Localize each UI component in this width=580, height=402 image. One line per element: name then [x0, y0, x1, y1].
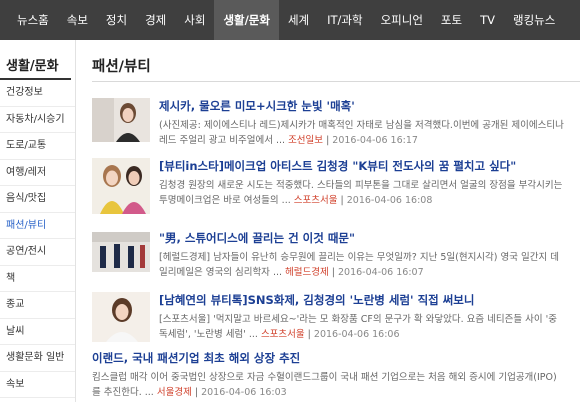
article-snippet: [헤럴드경제] 남자들이 유난히 승무원에 끌리는 이유는 무엇일까? 지난 5… [159, 250, 564, 280]
article-headline[interactable]: "男, 스튜어디스에 끌리는 건 이것 때문" [159, 230, 580, 246]
sidebar-item-weather[interactable]: 날씨 [0, 319, 75, 345]
sidebar-item-cars[interactable]: 자동차/시승기 [0, 107, 75, 133]
sidebar-item-fashion-beauty[interactable]: 패션/뷰티 [0, 213, 75, 239]
article-source[interactable]: 서울경제 [157, 387, 192, 398]
nav-item-tv[interactable]: TV [471, 0, 504, 40]
sidebar-heading: 생활/문화 [0, 40, 71, 80]
article-date: 2016-04-06 16:03 [201, 387, 287, 398]
nav-item-world[interactable]: 세계 [279, 0, 318, 40]
nav-item-home[interactable]: 뉴스홈 [8, 0, 58, 40]
nav-item-photo[interactable]: 포토 [432, 0, 471, 40]
sidebar-item-general[interactable]: 생활문화 일반 [0, 345, 75, 372]
sidebar-item-books[interactable]: 책 [0, 266, 75, 292]
article-source[interactable]: 스포츠서울 [294, 195, 338, 206]
article-headline[interactable]: 제시카, 물오른 미모+시크한 눈빛 '매혹' [159, 98, 580, 114]
nav-item-politics[interactable]: 정치 [97, 0, 136, 40]
article-headline[interactable]: [뷰티in스타]메이크업 아티스트 김청경 "K뷰티 전도사의 꿈 펼치고 싶다… [159, 158, 580, 174]
sidebar-item-food[interactable]: 음식/맛집 [0, 186, 75, 213]
article-source[interactable]: 헤럴드경제 [285, 267, 329, 278]
nav-item-it-science[interactable]: IT/과학 [318, 0, 371, 40]
article-snippet: 김청경 원장의 새로운 시도는 적중했다. 스타들의 피부톤을 그대로 살리면서… [159, 178, 564, 208]
article-thumbnail[interactable] [92, 98, 150, 142]
article-snippet: (사진제공: 제이에스티나 레드)제시카가 매혹적인 자태로 남심을 저격했다.… [159, 118, 564, 148]
article-snippet: [스포츠서울] '먹지말고 바르세요~'라는 모 화장품 CF의 문구가 확 와… [159, 312, 564, 342]
article-thumbnail[interactable] [92, 232, 150, 272]
nav-item-opinion[interactable]: 오피니언 [372, 0, 432, 40]
nav-item-society[interactable]: 사회 [175, 0, 214, 40]
article-date: 2016-04-06 16:06 [313, 329, 400, 340]
separator: | [326, 135, 330, 146]
nav-item-life-culture[interactable]: 생활/문화 [214, 0, 279, 40]
sidebar: 생활/문화 건강정보 자동차/시승기 도로/교통 여행/레저 음식/맛집 패션/… [0, 40, 76, 402]
article-thumbnail[interactable] [92, 158, 150, 214]
list-item: [뷰티in스타]메이크업 아티스트 김청경 "K뷰티 전도사의 꿈 펼치고 싶다… [92, 158, 580, 218]
nav-item-ranking[interactable]: 랭킹뉴스 [504, 0, 564, 40]
list-item: 제시카, 물오른 미모+시크한 눈빛 '매혹' (사진제공: 제이에스티나 레드… [92, 98, 580, 154]
article-source[interactable]: 조선일보 [288, 135, 323, 146]
sidebar-item-breaking[interactable]: 속보 [0, 372, 75, 398]
nav-item-breaking[interactable]: 속보 [58, 0, 97, 40]
sidebar-item-traffic[interactable]: 도로/교통 [0, 133, 75, 160]
article-date: 2016-04-06 16:17 [332, 135, 418, 146]
article-thumbnail[interactable] [92, 292, 150, 342]
sidebar-item-travel[interactable]: 여행/레저 [0, 160, 75, 186]
sidebar-item-performance[interactable]: 공연/전시 [0, 239, 75, 266]
sidebar-item-health[interactable]: 건강정보 [0, 80, 75, 107]
nav-item-economy[interactable]: 경제 [136, 0, 175, 40]
separator: | [340, 195, 344, 206]
sidebar-list: 건강정보 자동차/시승기 도로/교통 여행/레저 음식/맛집 패션/뷰티 공연/… [0, 80, 75, 398]
article-source[interactable]: 스포츠서울 [261, 329, 305, 340]
separator: | [194, 387, 199, 398]
list-item: "男, 스튜어디스에 끌리는 건 이것 때문" [헤럴드경제] 남자들이 유난히… [92, 230, 580, 282]
separator: | [307, 329, 311, 340]
top-nav: 뉴스홈 속보 정치 경제 사회 생활/문화 세계 IT/과학 오피니언 포토 T… [0, 0, 580, 40]
separator: | [331, 267, 335, 278]
article-date: 2016-04-06 16:08 [346, 195, 433, 206]
article-headline[interactable]: 이랜드, 국내 패션기업 최초 해외 상장 추진 [92, 350, 580, 366]
article-date: 2016-04-06 16:07 [338, 267, 424, 278]
article-headline[interactable]: [남혜연의 뷰티톡]SNS화제, 김청경의 '노란병 세럼' 직접 써보니 [159, 292, 580, 308]
article-snippet: 킴스클럽 매각 이어 중국법인 상장으로 자금 수혈이랜드그룹이 국내 패션 기… [92, 370, 562, 400]
main-content: 패션/뷰티 제시카, 물오른 미모+시크한 눈빛 '매혹' (사진제공: 제이에… [92, 40, 580, 402]
sidebar-item-religion[interactable]: 종교 [0, 292, 75, 319]
list-item: [남혜연의 뷰티톡]SNS화제, 김청경의 '노란병 세럼' 직접 써보니 [스… [92, 292, 580, 348]
list-item: 이랜드, 국내 패션기업 최초 해외 상장 추진 킴스클럽 매각 이어 중국법인… [92, 350, 580, 402]
page-title: 패션/뷰티 [92, 40, 580, 82]
